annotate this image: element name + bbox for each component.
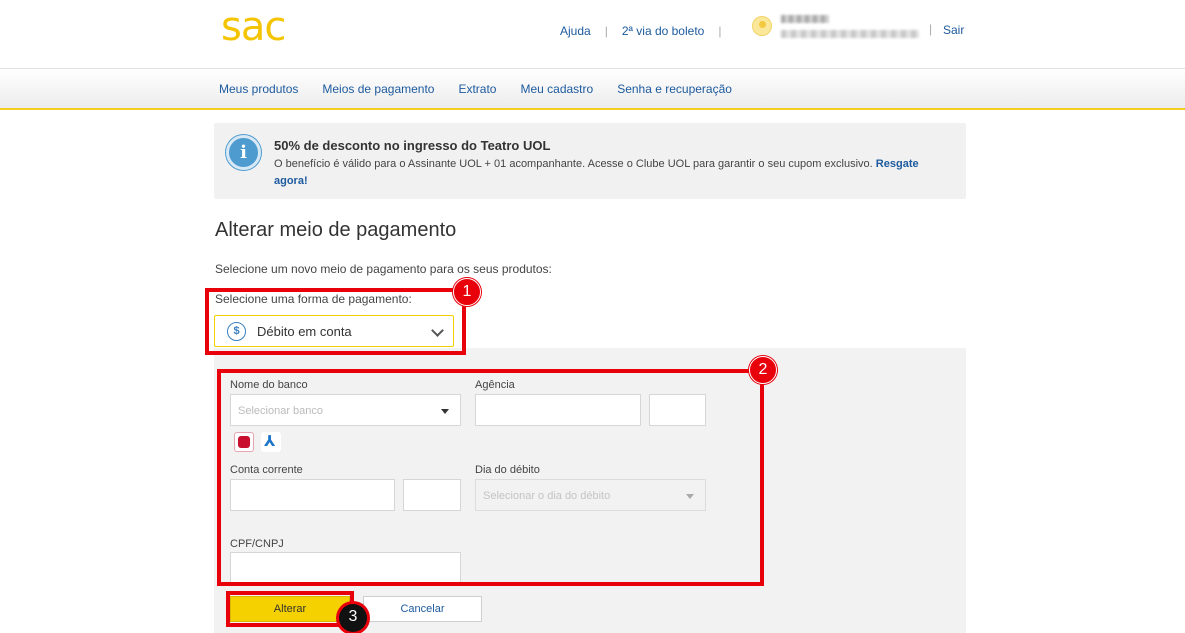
banner-text: O benefício é válido para o Assinante UO… (274, 156, 954, 190)
banner-title: 50% de desconto no ingresso do Teatro UO… (274, 138, 551, 153)
nav-item-meios-de-pagamento[interactable]: Meios de pagamento (322, 82, 434, 96)
boleto-link[interactable]: 2ª via do boleto (622, 24, 705, 38)
sac-logo[interactable]: sac (221, 4, 286, 50)
separator: | (718, 24, 722, 38)
debit-day-select[interactable]: Selecionar o dia do débito (475, 479, 706, 511)
banner-description: O benefício é válido para o Assinante UO… (274, 158, 873, 170)
top-links: Ajuda | 2ª via do boleto | (560, 22, 735, 40)
page-title: Alterar meio de pagamento (215, 219, 457, 241)
agency-label: Agência (475, 379, 515, 391)
separator: | (604, 24, 608, 38)
agency-digit-input[interactable] (649, 394, 706, 426)
agency-input[interactable] (475, 394, 641, 426)
separator: | (929, 22, 933, 36)
cpf-cnpj-input[interactable] (230, 552, 461, 582)
user-email-redacted (781, 30, 919, 38)
debit-day-label: Dia do débito (475, 464, 540, 476)
info-banner: i 50% de desconto no ingresso do Teatro … (214, 123, 966, 199)
debit-day-placeholder: Selecionar o dia do débito (483, 490, 611, 502)
bank-select[interactable]: Selecionar banco (230, 394, 461, 426)
cpf-cnpj-label: CPF/CNPJ (230, 538, 284, 550)
account-label: Conta corrente (230, 464, 303, 476)
main-nav: Meus produtos Meios de pagamento Extrato… (0, 68, 1185, 110)
nav-item-meus-produtos[interactable]: Meus produtos (219, 82, 298, 96)
cancelar-button[interactable]: Cancelar (363, 596, 482, 622)
caret-down-icon (686, 494, 694, 499)
info-icon: i (226, 135, 261, 170)
bank-bradesco-icon[interactable] (234, 432, 254, 452)
dollar-icon: $ (227, 322, 246, 341)
nav-item-extrato[interactable]: Extrato (458, 82, 496, 96)
annotation-badge-2: 2 (749, 356, 777, 384)
payment-method-label: Selecione uma forma de pagamento: (215, 292, 412, 306)
bank-name-label: Nome do banco (230, 379, 308, 391)
alterar-button[interactable]: Alterar (230, 596, 350, 622)
annotation-badge-1: 1 (453, 278, 481, 306)
page-subtitle: Selecione um novo meio de pagamento para… (215, 262, 552, 276)
account-digit-input[interactable] (403, 479, 461, 511)
account-input[interactable] (230, 479, 395, 511)
logout-link[interactable]: Sair (943, 23, 964, 37)
payment-method-select[interactable]: $ Débito em conta (214, 315, 454, 347)
caret-down-icon (441, 409, 449, 414)
user-avatar-icon[interactable] (752, 16, 772, 36)
nav-item-senha-e-recuperacao[interactable]: Senha e recuperação (617, 82, 732, 96)
user-name-redacted (781, 15, 829, 23)
bank-banco-do-brasil-icon[interactable]: ⅄ (261, 432, 281, 452)
header: sac Ajuda | 2ª via do boleto | | Sair (0, 0, 1185, 68)
payment-method-value: Débito em conta (257, 324, 352, 339)
chevron-down-icon (431, 324, 444, 337)
nav-item-meu-cadastro[interactable]: Meu cadastro (520, 82, 593, 96)
help-link[interactable]: Ajuda (560, 24, 591, 38)
bank-select-placeholder: Selecionar banco (238, 405, 324, 417)
annotation-badge-3: 3 (339, 604, 367, 632)
